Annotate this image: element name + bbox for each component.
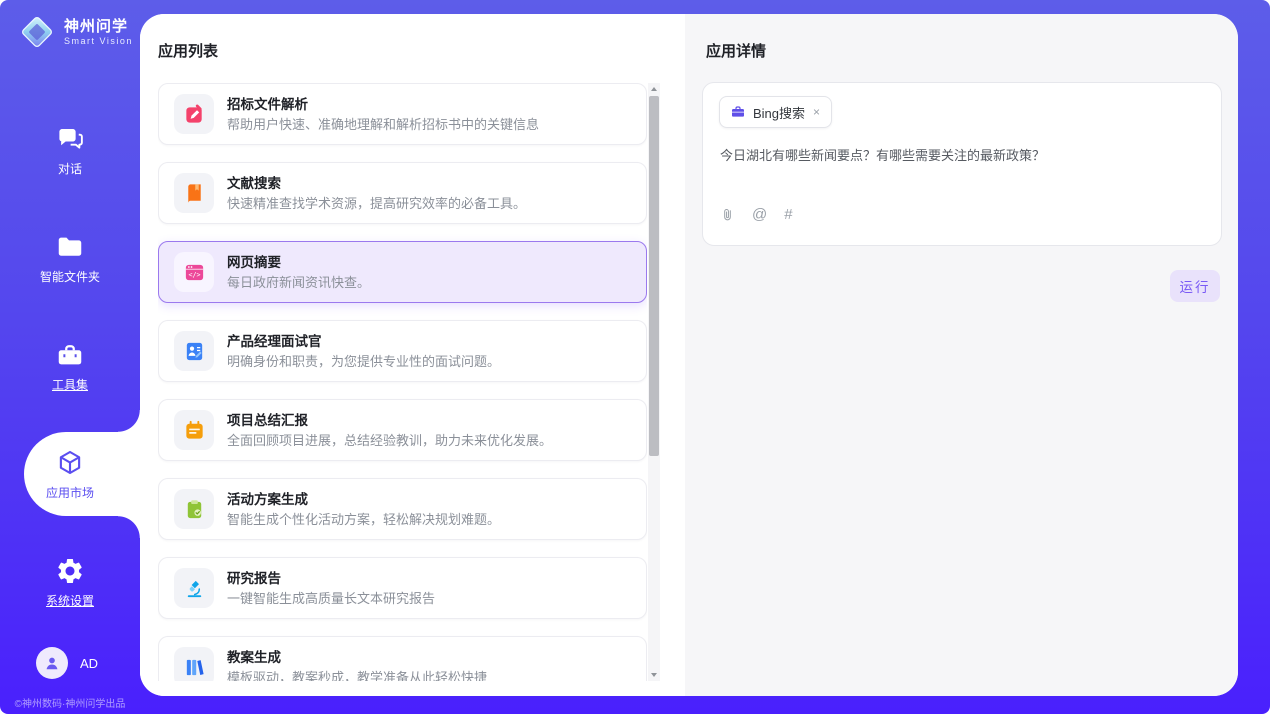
user-row[interactable]: AD [36,647,98,679]
mention-icon[interactable]: @ [752,207,767,223]
sidebar-item-cube[interactable]: 应用市场 [0,420,140,528]
tool-tag-label: Bing搜索 [753,103,805,122]
app-name: 研究报告 [227,570,435,587]
cube-icon [55,448,85,478]
sidebar-item-label: 工具集 [52,376,88,393]
app-card[interactable]: 活动方案生成 智能生成个性化活动方案，轻松解决规划难题。 [158,478,647,540]
content-card: 应用列表 招标文件解析 帮助用户快速、准确地理解和解析招标书中的关键信息 文献搜… [140,14,1238,696]
sidebar-item-gear[interactable]: 系统设置 [0,528,140,636]
clipboard-icon [174,489,214,529]
query-input-card[interactable]: Bing搜索 × 今日湖北有哪些新闻要点？有哪些需要关注的最新政策？ @ # [702,82,1222,246]
scroll-down-icon[interactable] [648,669,660,681]
sidebar-item-folder[interactable]: 智能文件夹 [0,204,140,312]
paperclip-icon[interactable] [720,206,735,223]
run-button[interactable]: 运行 [1170,270,1220,302]
app-name: 教案生成 [227,649,487,666]
interview-icon [174,331,214,371]
tag-close-icon[interactable]: × [812,105,821,119]
app-desc: 一键智能生成高质量长文本研究报告 [227,591,435,607]
edit-doc-icon [174,94,214,134]
briefcase-icon [730,104,746,120]
app-card[interactable]: 研究报告 一键智能生成高质量长文本研究报告 [158,557,647,619]
app-desc: 帮助用户快速、准确地理解和解析招标书中的关键信息 [227,117,539,133]
sidebar-nav: 对话 智能文件夹 工具集 应用市场 系统设置 [0,96,140,636]
sidebar-item-label: 智能文件夹 [40,268,100,285]
microscope-icon [174,568,214,608]
app-list-panel: 应用列表 招标文件解析 帮助用户快速、准确地理解和解析招标书中的关键信息 文献搜… [140,14,685,696]
app-desc: 每日政府新闻资讯快查。 [227,275,370,291]
app-card[interactable]: 文献搜索 快速精准查找学术资源，提高研究效率的必备工具。 [158,162,647,224]
app-desc: 模板驱动，教案秒成，教学准备从此轻松快捷 [227,670,487,682]
scroll-up-icon[interactable] [648,83,660,95]
sidebar-item-chat[interactable]: 对话 [0,96,140,204]
person-icon [42,653,62,673]
tool-tag-bing-search[interactable]: Bing搜索 × [719,96,832,128]
app-card[interactable]: </> 网页摘要 每日政府新闻资讯快查。 [158,241,647,303]
app-name: 活动方案生成 [227,491,500,508]
app-desc: 快速精准查找学术资源，提高研究效率的必备工具。 [227,196,526,212]
web-icon: </> [174,252,214,292]
sidebar: 神州问学 Smart Vision 对话 智能文件夹 工具集 应用市场 系统设置 [0,0,140,714]
calendar-icon [174,410,214,450]
avatar [36,647,68,679]
app-name: 招标文件解析 [227,96,539,113]
chat-icon [55,124,85,154]
app-name: 网页摘要 [227,254,370,271]
app-name: 项目总结汇报 [227,412,552,429]
app-detail-panel: 应用详情 Bing搜索 × 今日湖北有哪些新闻要点？有哪些需要关注的最新政策？ [685,14,1238,696]
app-logo: 神州问学 Smart Vision [18,13,133,51]
app-card[interactable]: 教案生成 模板驱动，教案秒成，教学准备从此轻松快捷 [158,636,647,681]
svg-text:</>: </> [188,271,200,279]
books-icon [174,647,214,681]
user-name: AD [80,656,98,671]
app-window: 神州问学 Smart Vision 对话 智能文件夹 工具集 应用市场 系统设置 [0,0,1270,714]
app-card[interactable]: 产品经理面试官 明确身份和职责，为您提供专业性的面试问题。 [158,320,647,382]
sidebar-item-toolbox[interactable]: 工具集 [0,312,140,420]
book-icon [174,173,214,213]
app-card[interactable]: 招标文件解析 帮助用户快速、准确地理解和解析招标书中的关键信息 [158,83,647,145]
attach-row: @ # [720,206,793,223]
app-card[interactable]: 项目总结汇报 全面回顾项目进展，总结经验教训，助力未来优化发展。 [158,399,647,461]
folder-icon [55,232,85,262]
app-desc: 全面回顾项目进展，总结经验教训，助力未来优化发展。 [227,433,552,449]
app-name: 产品经理面试官 [227,333,500,350]
app-name: 文献搜索 [227,175,526,192]
sidebar-item-label: 系统设置 [46,592,94,609]
logo-subtitle: Smart Vision [64,36,133,47]
app-detail-title: 应用详情 [706,40,766,61]
sidebar-item-label: 应用市场 [46,484,94,501]
app-desc: 智能生成个性化活动方案，轻松解决规划难题。 [227,512,500,528]
scrollbar[interactable] [648,83,660,681]
hash-icon[interactable]: # [784,207,792,223]
gear-icon [55,556,85,586]
app-desc: 明确身份和职责，为您提供专业性的面试问题。 [227,354,500,370]
scrollbar-thumb[interactable] [649,96,659,456]
logo-diamond-icon [18,13,56,51]
query-text[interactable]: 今日湖北有哪些新闻要点？有哪些需要关注的最新政策？ [720,146,1206,165]
app-list-title: 应用列表 [158,40,218,61]
app-list: 招标文件解析 帮助用户快速、准确地理解和解析招标书中的关键信息 文献搜索 快速精… [158,83,647,681]
logo-title: 神州问学 [64,18,133,36]
toolbox-icon [55,340,85,370]
sidebar-footer: ©神州数码·神州问学出品 [0,695,140,710]
sidebar-item-label: 对话 [58,160,82,177]
